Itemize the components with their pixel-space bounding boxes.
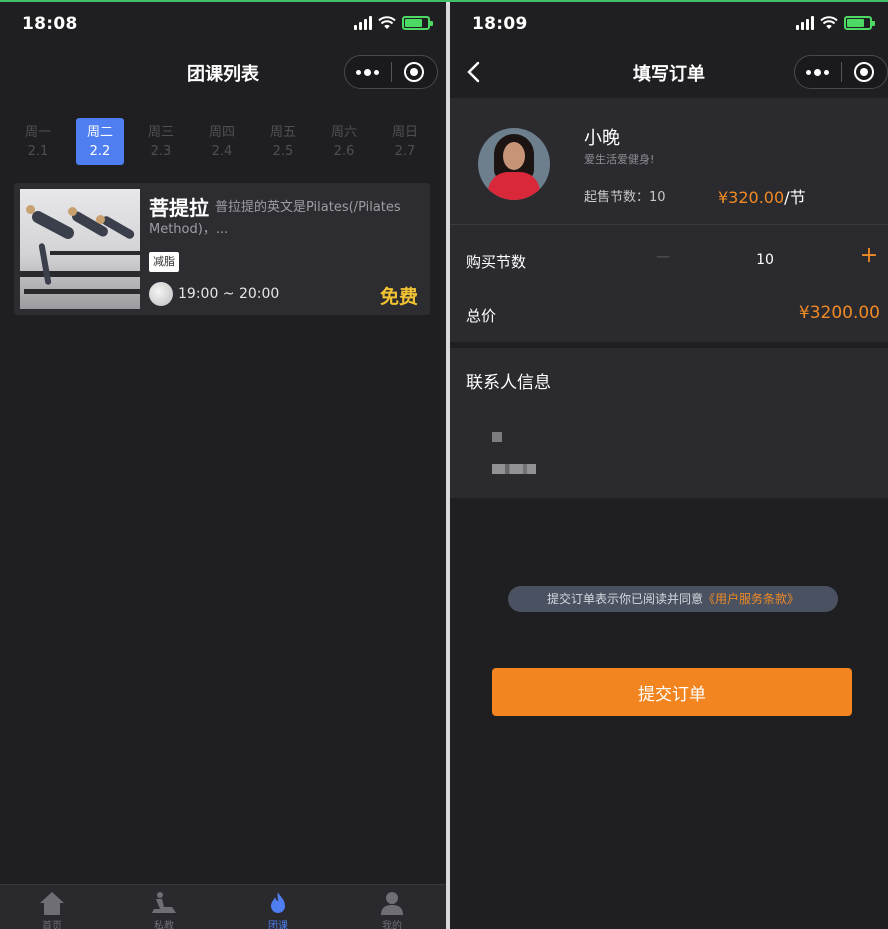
- submit-order-button[interactable]: 提交订单: [492, 668, 852, 716]
- terms-link[interactable]: 《用户服务条款》: [703, 592, 799, 606]
- total-label: 总价: [466, 307, 497, 325]
- coach-subtitle: 爱生活爱健身!: [584, 153, 655, 166]
- coach-avatar: [478, 128, 550, 200]
- coach-avatar: [149, 282, 173, 306]
- tab-group-class[interactable]: 团课: [248, 889, 308, 929]
- wifi-icon: [378, 16, 396, 29]
- target-icon: [854, 62, 875, 82]
- purchase-section: 购买节数 − 10 + 总价 ¥3200.00: [450, 224, 888, 342]
- order-form-screen: 18:09 填写订单 小晚 爱生活爱健身! 起售节数：10 ¥320.00/节 …: [450, 2, 888, 929]
- more-button[interactable]: [345, 56, 391, 88]
- signal-icon: [796, 16, 814, 30]
- more-button[interactable]: [795, 56, 841, 88]
- day-tab-wed[interactable]: 周三 2.3: [137, 118, 185, 165]
- status-bar: 18:09: [450, 2, 888, 46]
- course-card[interactable]: 菩提拉 普拉提的英文是Pilates(/Pilates Method)，... …: [14, 183, 430, 315]
- tab-mine[interactable]: 我的: [362, 889, 422, 929]
- increase-button[interactable]: +: [858, 245, 880, 267]
- total-price: ¥3200.00: [798, 303, 880, 323]
- signal-icon: [354, 16, 372, 30]
- min-sessions-label: 起售节数：10: [584, 190, 666, 205]
- miniprogram-capsule: [794, 55, 888, 89]
- contact-section: 联系人信息: [450, 348, 888, 498]
- contact-name-redacted: [492, 432, 502, 442]
- status-time: 18:09: [472, 14, 528, 34]
- status-time: 18:08: [22, 14, 78, 34]
- status-bar: 18:08: [0, 2, 446, 46]
- close-miniprogram-button[interactable]: [841, 56, 887, 88]
- miniprogram-capsule: [344, 55, 438, 89]
- day-tab-sat[interactable]: 周六 2.6: [320, 118, 368, 165]
- treadmill-icon: [152, 892, 176, 913]
- course-image: [20, 189, 140, 309]
- course-price: 免费: [379, 286, 418, 308]
- close-miniprogram-button[interactable]: [391, 56, 437, 88]
- flame-icon: [271, 892, 285, 913]
- course-tag: 减脂: [149, 252, 179, 272]
- tab-private[interactable]: 私教: [134, 889, 194, 929]
- quantity-label: 购买节数: [466, 253, 527, 271]
- tab-home[interactable]: 首页: [22, 889, 82, 929]
- contact-phone-redacted: [492, 464, 536, 474]
- tab-bar: 首页 私教 团课 我的: [0, 884, 446, 929]
- status-icons: [796, 16, 875, 30]
- week-selector: 周一 2.1 周二 2.2 周三 2.3 周四 2.4 周五 2.5 周六 2.6 周日 2.…: [0, 98, 446, 180]
- quantity-value[interactable]: 10: [740, 252, 790, 268]
- day-tab-fri[interactable]: 周五 2.5: [259, 118, 307, 165]
- session-price: ¥320.00/节: [718, 188, 806, 207]
- status-icons: [354, 16, 433, 30]
- target-icon: [404, 62, 425, 82]
- wifi-icon: [820, 16, 838, 29]
- coach-name: 小晚: [584, 128, 620, 149]
- home-icon: [40, 892, 64, 915]
- day-tab-thu[interactable]: 周四 2.4: [198, 118, 246, 165]
- nav-bar: 填写订单: [450, 46, 888, 98]
- course-time: 19:00 ~ 20:00: [178, 286, 280, 302]
- day-tab-sun[interactable]: 周日 2.7: [381, 118, 429, 165]
- agreement-notice: 提交订单表示你已阅读并同意《用户服务条款》: [508, 586, 838, 612]
- course-description: 普拉提的英文是Pilates(/Pilates Method)，...: [149, 200, 401, 237]
- contact-title: 联系人信息: [466, 373, 551, 393]
- day-tab-tue[interactable]: 周二 2.2: [76, 118, 124, 165]
- coach-profile: 小晚 爱生活爱健身! 起售节数：10 ¥320.00/节: [450, 98, 888, 224]
- battery-icon: [402, 16, 433, 30]
- nav-bar: 团课列表: [0, 46, 446, 98]
- day-tab-mon[interactable]: 周一 2.1: [14, 118, 62, 165]
- decrease-button[interactable]: −: [652, 245, 674, 267]
- battery-icon: [844, 16, 875, 30]
- user-icon: [381, 892, 403, 915]
- course-list-screen: 18:08 团课列表 周一 2.1 周二 2.2 周三 2.3 周四 2.4 周五 2.5…: [0, 2, 446, 929]
